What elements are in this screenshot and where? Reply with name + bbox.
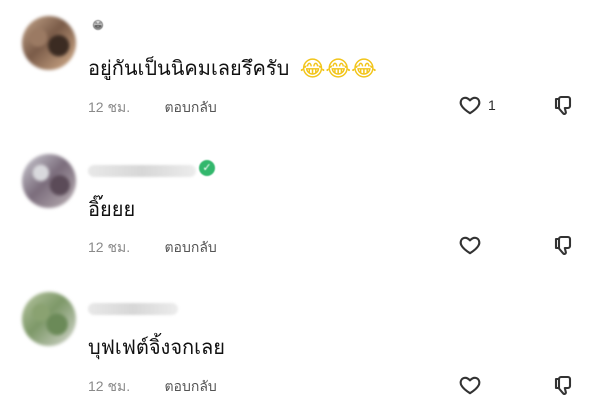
reply-button[interactable]: ตอบกลับ	[164, 97, 216, 119]
thumbs-down-icon	[554, 235, 572, 255]
verified-badge-icon: ✓	[199, 160, 215, 176]
avatar[interactable]	[22, 154, 76, 208]
reply-button[interactable]: ตอบกลับ	[164, 237, 216, 259]
dislike-button[interactable]	[551, 93, 575, 117]
comment-body: อิ๊ยยย	[88, 197, 136, 221]
reply-button[interactable]: ตอบกลับ	[164, 376, 216, 398]
comment-body: บุฟเฟต์จิ้งจกเลย	[88, 335, 225, 359]
laughing-face-icon: 😁	[92, 19, 104, 32]
like-button[interactable]: 1	[458, 93, 496, 117]
comment-text: อยู่กันเป็นนิคมเลยรึครับ 😂😂😂	[88, 56, 377, 82]
avatar[interactable]	[22, 16, 76, 70]
comment-time: 12 ชม.	[88, 378, 131, 394]
like-button[interactable]	[458, 233, 482, 257]
comment-time: 12 ชม.	[88, 239, 131, 255]
comment-time: 12 ชม.	[88, 99, 131, 115]
heart-icon	[459, 376, 481, 395]
comment-emojis: 😂😂😂	[299, 56, 377, 82]
avatar[interactable]	[22, 292, 76, 346]
heart-icon	[459, 96, 481, 115]
comment-meta: 12 ชม. ตอบกลับ	[88, 237, 217, 259]
like-button[interactable]	[458, 373, 482, 397]
dislike-button[interactable]	[551, 233, 575, 257]
comment-meta: 12 ชม. ตอบกลับ	[88, 97, 217, 119]
comment-meta: 12 ชม. ตอบกลับ	[88, 376, 217, 398]
comment-body: อยู่กันเป็นนิคมเลยรึครับ	[88, 56, 290, 80]
thumbs-down-icon	[554, 95, 572, 115]
dislike-button[interactable]	[551, 373, 575, 397]
heart-icon	[459, 236, 481, 255]
thumbs-down-icon	[554, 375, 572, 395]
comment-text: อิ๊ยยย	[88, 197, 135, 221]
like-count: 1	[488, 97, 496, 113]
username[interactable]	[88, 303, 178, 315]
username[interactable]	[88, 165, 196, 177]
comment-text: บุฟเฟต์จิ้งจกเลย	[88, 335, 225, 359]
